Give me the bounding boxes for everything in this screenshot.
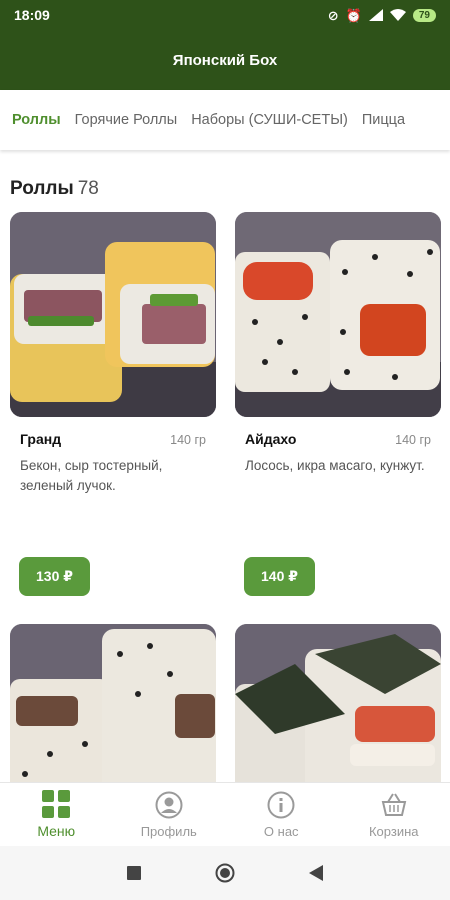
tab-sets[interactable]: Наборы (СУШИ-СЕТЫ) [191,112,348,128]
product-weight: 140 гр [170,433,206,447]
status-time: 18:09 [14,7,50,23]
system-navigation [0,846,450,900]
sushi-image [10,212,216,417]
wifi-icon [389,9,406,21]
sushi-image [235,624,441,782]
product-card[interactable]: Айдахо 140 гр Лосось, икра масаго, кунжу… [235,212,441,596]
category-tabs: Роллы Горячие Роллы Наборы (СУШИ-СЕТЫ) П… [0,90,450,150]
product-card[interactable]: Гранд 140 гр Бекон, сыр тостерный, зелен… [10,212,216,596]
profile-icon [155,791,183,818]
nav-label: Профиль [140,823,197,839]
status-bar: 18:09 ⊘ ⏰ 79 [0,0,450,30]
nav-label: Корзина [368,823,419,839]
recents-icon[interactable] [127,866,141,880]
product-photo[interactable] [10,624,216,782]
product-description: Лосось, икра масаго, кунжут. [245,458,425,473]
tab-rolls[interactable]: Роллы [12,112,61,128]
app-bar: Японский Бох [0,30,450,90]
nav-about[interactable]: О нас [225,783,338,846]
battery-icon: 79 [412,8,436,22]
product-name: Гранд [20,431,62,447]
product-description: Бекон, сыр тостерный, зеленый лучок. [20,458,163,493]
back-icon[interactable] [309,865,323,881]
do-not-disturb-icon: ⊘ [327,7,339,23]
product-photo[interactable] [10,212,216,417]
product-list[interactable]: Роллы 78 Гранд 140 гр Бекон, сыр тостерны… [0,150,450,782]
status-icons: ⊘ ⏰ 79 [327,7,436,23]
product-photo[interactable] [235,212,441,417]
nav-cart[interactable]: Корзина [338,783,450,846]
home-icon[interactable] [215,863,235,883]
grid-icon [42,790,71,818]
product-weight: 140 гр [395,433,431,447]
tab-hot-rolls[interactable]: Горячие Роллы [75,112,178,128]
price-button[interactable]: 140 ₽ [244,557,315,596]
basket-icon [381,792,407,816]
nav-menu[interactable]: Меню [0,783,113,846]
price-button[interactable]: 130 ₽ [19,557,90,596]
section-count: 78 [77,178,99,199]
nav-label: О нас [263,823,299,839]
product-card[interactable] [10,624,216,782]
product-photo[interactable] [235,624,441,782]
product-card[interactable] [235,624,441,782]
bottom-navigation: Меню Профиль О нас Корзина [0,782,450,846]
section-name: Роллы [10,178,74,199]
sushi-image [235,212,441,417]
nav-profile[interactable]: Профиль [113,783,226,846]
alarm-icon: ⏰ [345,7,362,23]
signal-icon [368,9,383,21]
section-title: Роллы 78 [10,178,99,200]
sushi-image [10,624,216,782]
info-icon [267,791,295,818]
nav-label: Меню [37,823,76,839]
product-name: Айдахо [245,431,297,447]
app-title: Японский Бох [172,51,278,69]
tab-pizza[interactable]: Пицца [362,112,405,128]
